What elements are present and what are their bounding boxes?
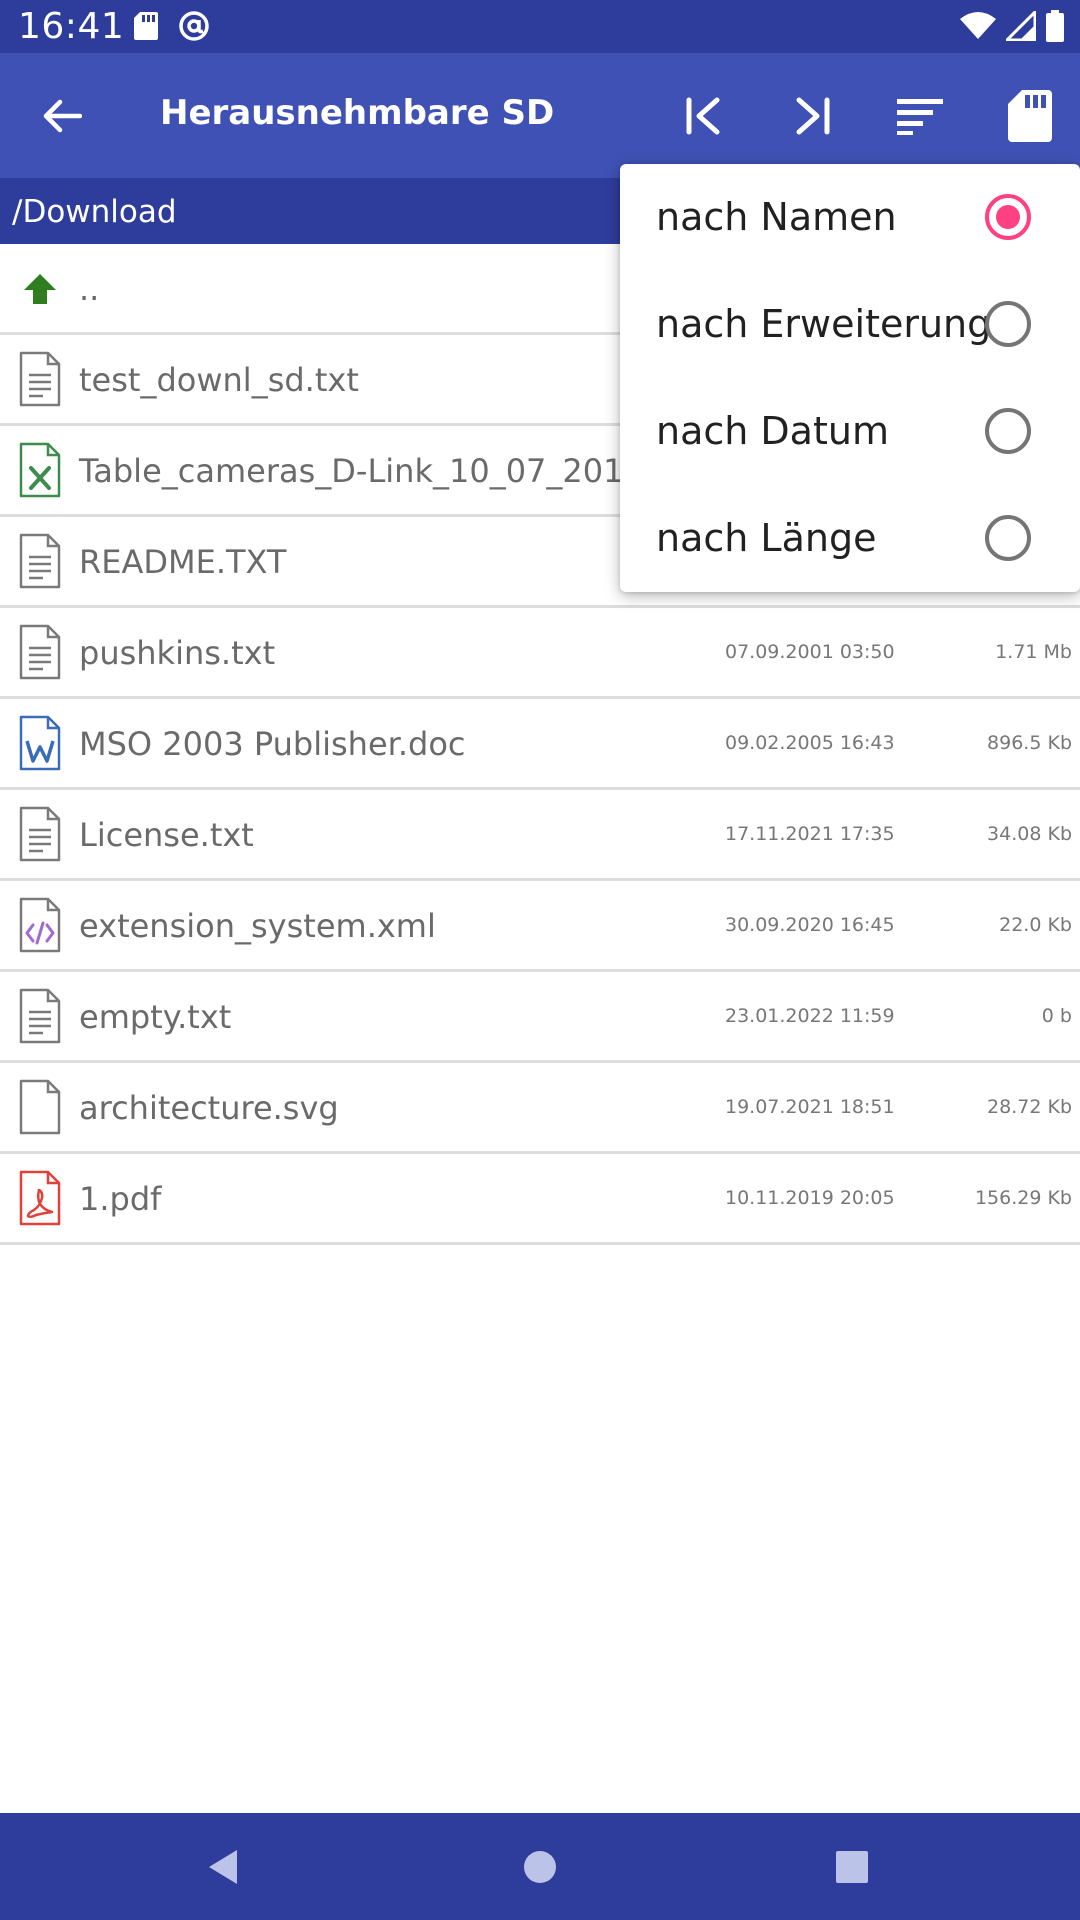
arrow-left-icon [43, 99, 82, 133]
blank-file-icon [18, 1079, 62, 1135]
sort-option-by-date[interactable]: nach Datum [620, 378, 1080, 485]
current-path: /Download [12, 194, 177, 230]
file-size: 34.08 Kb [987, 823, 1072, 845]
sd-card-icon [134, 12, 158, 44]
list-item[interactable]: pushkins.txt 07.09.2001 03:50 1.71 Mb [0, 608, 1080, 699]
file-size: 1.71 Mb [995, 641, 1072, 663]
text-file-icon [18, 533, 62, 589]
sort-option-by-name[interactable]: nach Namen [620, 164, 1080, 271]
file-name: test_downl_sd.txt [79, 361, 359, 399]
radio-button-checked[interactable] [985, 194, 1031, 240]
file-size: 0 b [1041, 1005, 1072, 1027]
file-date: 30.09.2020 16:45 [725, 914, 895, 936]
sort-button[interactable] [886, 83, 954, 149]
sort-option-label: nach Namen [656, 195, 897, 239]
storage-select-button[interactable] [996, 83, 1064, 149]
text-file-icon [18, 806, 62, 862]
file-name: MSO 2003 Publisher.doc [79, 725, 466, 763]
file-date: 09.02.2005 16:43 [725, 732, 895, 754]
list-item[interactable]: 1.pdf 10.11.2019 20:05 156.29 Kb [0, 1154, 1080, 1245]
status-time: 16:41 [18, 6, 125, 47]
file-size: 22.0 Kb [999, 914, 1072, 936]
recents-square-icon [836, 1851, 868, 1883]
text-file-icon [18, 624, 62, 680]
list-item[interactable]: extension_system.xml 30.09.2020 16:45 22… [0, 881, 1080, 972]
radio-button[interactable] [985, 515, 1031, 561]
system-nav-bar [0, 1813, 1080, 1920]
file-name: License.txt [79, 816, 254, 854]
sort-icon [897, 99, 943, 135]
sort-option-label: nach Datum [656, 409, 889, 453]
file-size: 28.72 Kb [987, 1096, 1072, 1118]
excel-file-icon [18, 442, 62, 498]
file-name: 1.pdf [79, 1180, 162, 1218]
nav-home-button[interactable] [508, 1835, 572, 1899]
file-date: 23.01.2022 11:59 [725, 1005, 895, 1027]
wifi-icon [960, 12, 996, 44]
app-bar: Herausnehmbare SD [0, 53, 1080, 178]
list-item[interactable]: empty.txt 23.01.2022 11:59 0 b [0, 972, 1080, 1063]
word-file-icon [18, 715, 62, 771]
nav-back-button[interactable] [192, 1835, 256, 1899]
app-title: Herausnehmbare SD [160, 93, 555, 133]
file-name: Table_cameras_D-Link_10_07_2017.x [79, 452, 673, 490]
file-date: 17.11.2021 17:35 [725, 823, 895, 845]
sort-option-by-length[interactable]: nach Länge [620, 485, 1080, 592]
jump-to-first-button[interactable] [670, 83, 738, 149]
nav-recents-button[interactable] [820, 1835, 884, 1899]
back-arrow-button[interactable] [28, 85, 96, 147]
jump-to-last-icon [796, 97, 830, 135]
file-name: architecture.svg [79, 1089, 339, 1127]
sort-popup-menu: nach Namen nach Erweiterung nach Datum n… [620, 164, 1080, 592]
status-bar: 16:41 [0, 0, 1080, 53]
home-circle-icon [524, 1851, 556, 1883]
xml-file-icon [18, 897, 62, 953]
list-item[interactable]: architecture.svg 19.07.2021 18:51 28.72 … [0, 1063, 1080, 1154]
file-name: .. [79, 270, 100, 308]
radio-button[interactable] [985, 301, 1031, 347]
file-name: pushkins.txt [79, 634, 276, 672]
status-right-icons [960, 8, 1064, 46]
at-sign-icon [178, 10, 210, 46]
jump-to-last-button[interactable] [778, 83, 846, 149]
jump-to-first-icon [686, 97, 720, 135]
list-item[interactable]: License.txt 17.11.2021 17:35 34.08 Kb [0, 790, 1080, 881]
text-file-icon [18, 988, 62, 1044]
pdf-file-icon [18, 1170, 62, 1226]
list-item[interactable]: MSO 2003 Publisher.doc 09.02.2005 16:43 … [0, 699, 1080, 790]
sd-card-icon [1008, 90, 1052, 142]
radio-button[interactable] [985, 408, 1031, 454]
signal-icon [1003, 8, 1037, 45]
file-size: 156.29 Kb [974, 1187, 1072, 1209]
parent-folder-arrow-icon [18, 260, 62, 316]
file-size: 896.5 Kb [987, 732, 1072, 754]
file-name: README.TXT [79, 543, 287, 581]
file-name: extension_system.xml [79, 907, 436, 945]
file-date: 10.11.2019 20:05 [725, 1187, 895, 1209]
file-name: empty.txt [79, 998, 232, 1036]
text-file-icon [18, 351, 62, 407]
battery-icon [1046, 10, 1064, 46]
file-date: 19.07.2021 18:51 [725, 1096, 895, 1118]
file-date: 07.09.2001 03:50 [725, 641, 895, 663]
sort-option-label: nach Länge [656, 516, 877, 560]
sort-option-by-extension[interactable]: nach Erweiterung [620, 271, 1080, 378]
back-triangle-icon [209, 1850, 237, 1884]
sort-option-label: nach Erweiterung [656, 302, 992, 346]
